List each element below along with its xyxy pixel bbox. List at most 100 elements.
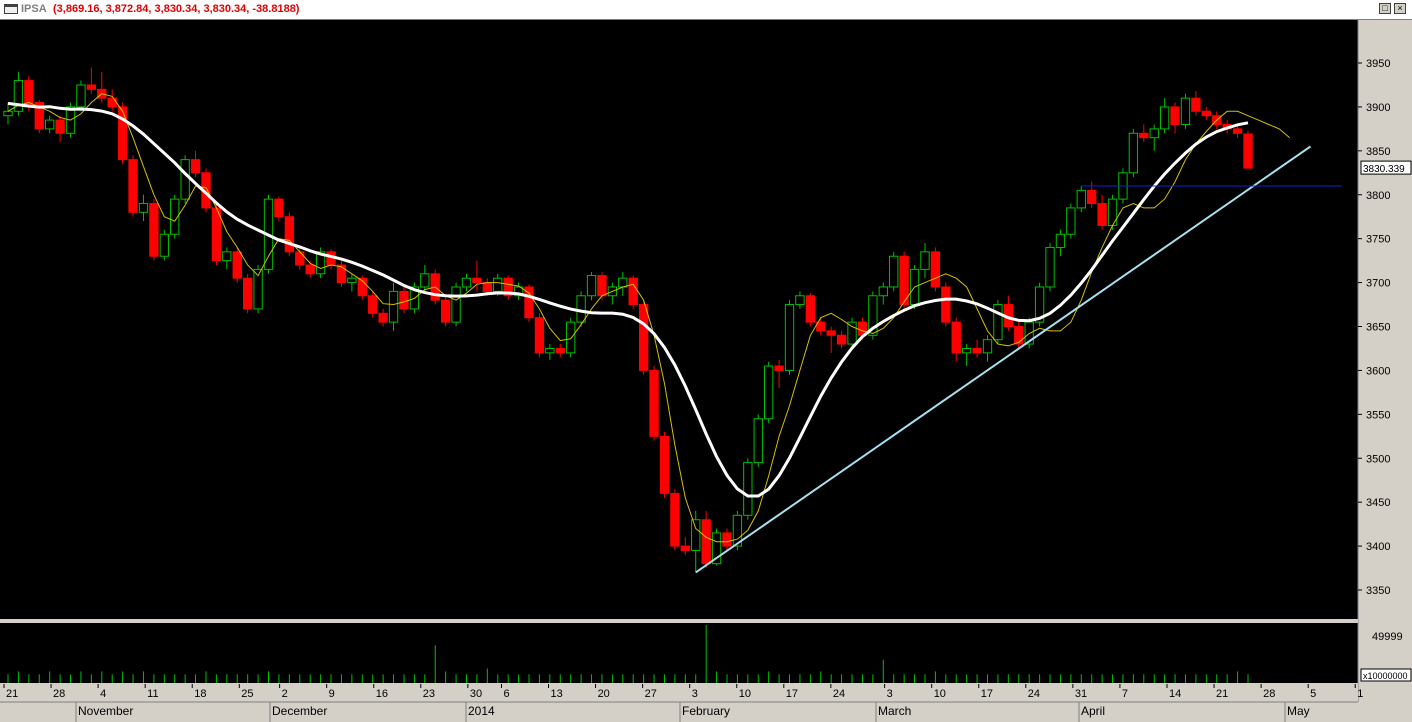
candle-up — [159, 233, 169, 257]
y-tick-label: 3500 — [1366, 453, 1390, 465]
candle-down — [242, 277, 253, 310]
candle-up — [138, 203, 149, 213]
candle-down — [482, 282, 492, 292]
candle-up — [764, 365, 774, 420]
candle-down — [1232, 128, 1243, 134]
candle-up — [743, 462, 753, 516]
candle-up — [1107, 198, 1118, 226]
candle-up — [461, 277, 472, 288]
y-tick-label: 3650 — [1366, 322, 1390, 334]
candle-down — [472, 277, 482, 284]
x-day-label: 2 — [282, 688, 288, 700]
candle-up — [795, 295, 805, 306]
candle-down — [597, 275, 607, 297]
x-day-label: 24 — [1028, 688, 1040, 700]
candle-up — [347, 277, 357, 284]
x-day-label: 1 — [1357, 688, 1363, 700]
x-day-label: 16 — [376, 688, 388, 700]
y-tick-label: 3850 — [1366, 146, 1390, 158]
candle-up — [493, 277, 503, 292]
x-day-label: 14 — [1169, 688, 1181, 700]
candle-down — [336, 264, 347, 284]
candle-up — [545, 347, 555, 354]
candle-down — [149, 203, 159, 257]
x-day-label: 6 — [503, 688, 509, 700]
candle-down — [628, 277, 638, 306]
candle-down — [1014, 326, 1024, 345]
x-day-label: 11 — [147, 688, 158, 700]
x-day-label: 3 — [692, 688, 698, 700]
x-day-label: 21 — [6, 688, 18, 700]
candle-up — [45, 119, 55, 130]
x-day-label: 9 — [329, 688, 335, 700]
x-day-label: 28 — [1263, 688, 1275, 700]
candle-up — [222, 251, 232, 262]
x-day-label: 21 — [1216, 688, 1228, 700]
candle-down — [1087, 189, 1097, 205]
candle-down — [190, 159, 201, 174]
x-day-label: 5 — [1310, 688, 1316, 700]
x-day-label: 31 — [1075, 688, 1087, 700]
candle-up — [961, 347, 972, 354]
candle-up — [920, 251, 930, 270]
candle-down — [378, 312, 388, 323]
candle-up — [1045, 246, 1055, 288]
candle-up — [1159, 106, 1170, 130]
candle-down — [1097, 203, 1107, 226]
x-day-label: 18 — [194, 688, 206, 700]
candle-down — [941, 286, 951, 323]
candle-down — [722, 532, 732, 547]
y-axis-panel — [1358, 20, 1412, 683]
candle-down — [211, 207, 222, 262]
candle-down — [701, 519, 711, 565]
candle-up — [566, 321, 576, 354]
candle-up — [1055, 233, 1066, 248]
candle-down — [1139, 132, 1149, 139]
candle-down — [972, 347, 982, 354]
candle-up — [1128, 132, 1139, 174]
y-tick-label: 3900 — [1366, 102, 1390, 114]
candle-down — [826, 330, 836, 336]
x-day-label: 20 — [598, 688, 610, 700]
volume-panel — [0, 623, 1358, 683]
x-day-label: 28 — [53, 688, 65, 700]
y-tick-label: 3750 — [1366, 234, 1390, 246]
candle-down — [680, 545, 690, 551]
y-tick-label: 3400 — [1366, 541, 1390, 553]
x-day-label: 23 — [423, 688, 435, 700]
x-day-label: 13 — [551, 688, 563, 700]
x-day-label: 3 — [887, 688, 893, 700]
candle-up — [1149, 128, 1159, 139]
x-month-label: April — [1081, 704, 1105, 718]
x-day-label: 30 — [470, 688, 482, 700]
candle-up — [784, 304, 795, 371]
candle-down — [1243, 133, 1253, 169]
price-chart[interactable]: 3950 3900 3850 3800 3750 3700 3650 3600 3550 3500… — [0, 0, 1412, 722]
chart-window: IPSA (3,869.16, 3,872.84, 3,830.34, 3,83… — [0, 0, 1412, 722]
candle-down — [128, 159, 138, 213]
candle-up — [180, 159, 190, 200]
candle-up — [1180, 97, 1191, 125]
candle-down — [951, 321, 961, 354]
candle-up — [576, 295, 586, 323]
candle-up — [878, 286, 888, 297]
volume-unit-label: x10000000 — [1363, 671, 1408, 681]
candle-up — [618, 277, 628, 288]
candle-down — [368, 295, 378, 314]
volume-tick-label: 49999 — [1372, 631, 1403, 643]
x-day-label: 4 — [100, 688, 106, 700]
candle-down — [232, 251, 242, 279]
candle-up — [420, 273, 430, 288]
last-price-label: 3830.339 — [1363, 164, 1405, 175]
candle-down — [274, 198, 284, 218]
candle-down — [1191, 97, 1201, 112]
candle-down — [836, 334, 847, 345]
candle-down — [1201, 110, 1211, 117]
x-day-label: 17 — [786, 688, 798, 700]
candle-down — [670, 492, 680, 547]
candle-down — [399, 290, 409, 310]
candle-up — [586, 275, 597, 297]
panel-separator — [0, 619, 1358, 623]
candle-down — [440, 299, 451, 323]
candle-up — [753, 418, 763, 464]
